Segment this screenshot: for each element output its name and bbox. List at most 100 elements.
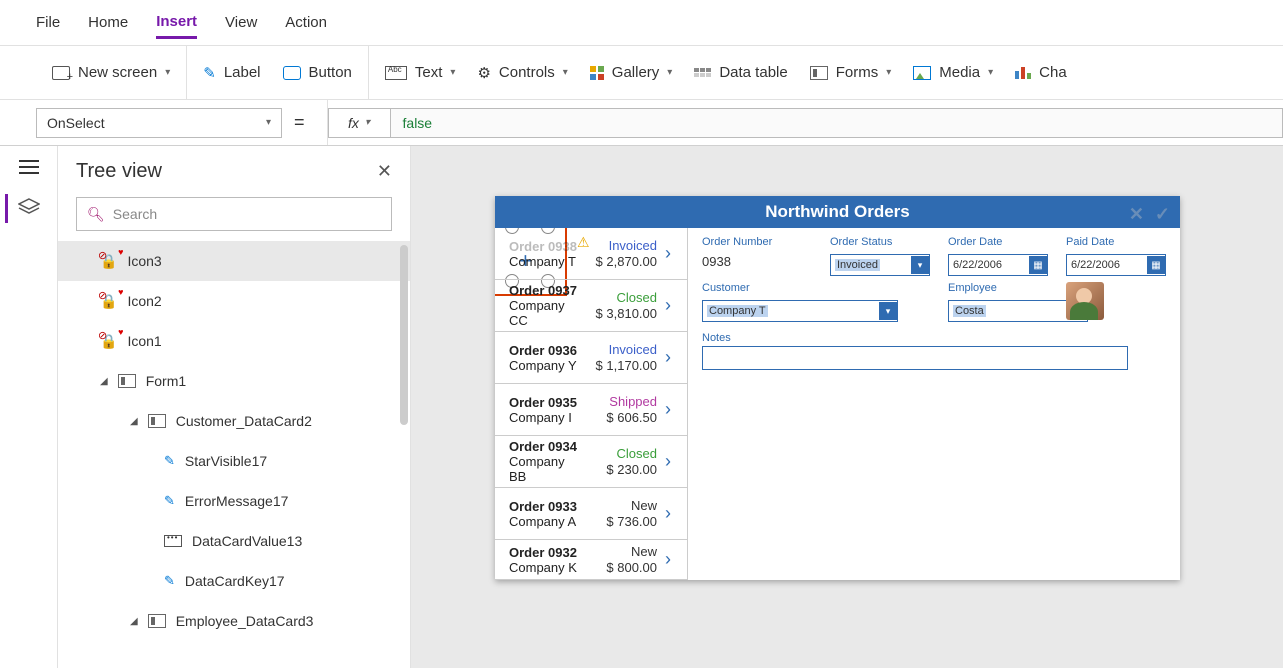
gallery-label: Gallery [612, 64, 660, 81]
combo-value: Costa [953, 305, 986, 317]
date-value: 6/22/2006 [1071, 259, 1120, 271]
formula-input[interactable]: false [390, 108, 1283, 138]
icon-control-icon: 🔒⊘♥ [100, 333, 117, 350]
fx-button[interactable]: fx ▾ [328, 108, 390, 138]
chevron-right-icon: › [657, 549, 679, 570]
media-button[interactable]: Media ▾ [913, 64, 993, 81]
calendar-icon: ▦ [1147, 256, 1165, 274]
text-button[interactable]: Abc Text ▾ [385, 64, 456, 81]
order-status: Invoiced [585, 342, 657, 357]
order-status: Invoiced [585, 238, 657, 253]
controls-button[interactable]: ⚙ Controls ▾ [477, 64, 567, 82]
media-label: Media [939, 64, 980, 81]
tree-node-form1[interactable]: ◢ Form1 [58, 361, 410, 401]
menu-view[interactable]: View [225, 8, 257, 37]
order-company: Company T [509, 254, 585, 269]
new-screen-button[interactable]: + New screen ▾ [52, 64, 170, 81]
tree-node-starvisible17[interactable]: ✎ StarVisible17 [58, 441, 410, 481]
order-row[interactable]: Order 0934Company BB Closed$ 230.00 › [495, 436, 687, 488]
data-table-button[interactable]: Data table [694, 64, 787, 81]
formula-bar: OnSelect ▾ = fx ▾ false [0, 100, 1283, 146]
date-value: 6/22/2006 [953, 259, 1002, 271]
order-company: Company Y [509, 358, 585, 373]
chevron-down-icon: ▾ [165, 67, 170, 78]
gallery-button[interactable]: Gallery ▾ [590, 64, 673, 81]
formula-expression: false [403, 115, 433, 131]
notes-input[interactable] [702, 346, 1128, 370]
app-preview: Northwind Orders ✕ ✓ + ⚠ Order 0938Compa… [495, 196, 1180, 580]
button-button[interactable]: Button [283, 64, 352, 81]
tree-node-employee-datacard3[interactable]: ◢ Employee_DataCard3 [58, 601, 410, 641]
order-company: Company I [509, 410, 585, 425]
order-title: Order 0937 [509, 283, 585, 298]
customer-combo[interactable]: Company T▾ [702, 300, 898, 322]
order-form: Order Number Order Status Order Date Pai… [688, 228, 1180, 580]
order-row[interactable]: ⚠ Order 0938Company T Invoiced$ 2,870.00… [495, 228, 687, 280]
tree-node-customer-datacard2[interactable]: ◢ Customer_DataCard2 [58, 401, 410, 441]
employee-label: Employee [948, 282, 1048, 294]
search-placeholder: Search [113, 206, 157, 222]
paid-date-label: Paid Date [1066, 236, 1166, 248]
order-company: Company A [509, 514, 585, 529]
order-row[interactable]: Order 0937Company CC Closed$ 3,810.00 › [495, 280, 687, 332]
calendar-icon: ▦ [1029, 256, 1047, 274]
chart-button[interactable]: Cha [1015, 64, 1067, 81]
menu-home[interactable]: Home [88, 8, 128, 37]
chevron-right-icon: › [657, 295, 679, 316]
tree-list: 🔒⊘♥ Icon3 🔒⊘♥ Icon2 🔒⊘♥ Icon1 ◢ Form1 ◢ … [58, 241, 410, 668]
new-screen-label: New screen [78, 64, 157, 81]
tree-node-label: Icon2 [127, 293, 161, 309]
app-title: Northwind Orders [765, 202, 910, 222]
menu-file[interactable]: File [36, 8, 60, 37]
tree-node-datacardkey17[interactable]: ✎ DataCardKey17 [58, 561, 410, 601]
media-icon [913, 66, 931, 80]
tree-node-icon2[interactable]: 🔒⊘♥ Icon2 [58, 281, 410, 321]
tree-node-icon3[interactable]: 🔒⊘♥ Icon3 [58, 241, 410, 281]
chevron-right-icon: › [657, 503, 679, 524]
menu-insert[interactable]: Insert [156, 7, 197, 39]
forms-button[interactable]: Forms ▾ [810, 64, 892, 81]
top-menu: File Home Insert View Action [0, 0, 1283, 46]
tree-view-icon[interactable] [5, 194, 40, 223]
order-row[interactable]: Order 0936Company Y Invoiced$ 1,170.00 › [495, 332, 687, 384]
forms-label: Forms [836, 64, 879, 81]
tree-node-errormessage17[interactable]: ✎ ErrorMessage17 [58, 481, 410, 521]
datacard-icon [148, 614, 166, 628]
order-row[interactable]: Order 0935Company I Shipped$ 606.50 › [495, 384, 687, 436]
gallery-icon [590, 66, 604, 80]
orders-gallery[interactable]: + ⚠ Order 0938Company T Invoiced$ 2,870.… [495, 228, 688, 580]
ribbon: + New screen ▾ ✎ Label Button Abc Text ▾… [0, 46, 1283, 100]
tree-node-label: Employee_DataCard3 [176, 613, 314, 629]
order-status: New [585, 544, 657, 559]
chevron-down-icon: ▾ [266, 117, 271, 128]
paid-date-picker[interactable]: 6/22/2006 ▦ [1066, 254, 1166, 276]
forms-icon [810, 66, 828, 80]
order-row[interactable]: Order 0933Company A New$ 736.00 › [495, 488, 687, 540]
tree-search-input[interactable]: 🔍︎ Search [76, 197, 392, 231]
cancel-icon[interactable]: ✕ [1129, 204, 1144, 225]
datacard-icon [148, 414, 166, 428]
tree-node-datacardvalue13[interactable]: DataCardValue13 [58, 521, 410, 561]
close-icon[interactable]: ✕ [377, 161, 392, 182]
order-row[interactable]: Order 0932Company K New$ 800.00 › [495, 540, 687, 580]
notes-label: Notes [702, 332, 1166, 344]
property-selector[interactable]: OnSelect ▾ [36, 108, 282, 138]
order-status-combo[interactable]: Invoiced▾ [830, 254, 930, 276]
data-table-label: Data table [719, 64, 787, 81]
submit-icon[interactable]: ✓ [1155, 204, 1170, 225]
chevron-right-icon: › [657, 243, 679, 264]
tree-node-icon1[interactable]: 🔒⊘♥ Icon1 [58, 321, 410, 361]
order-status: Shipped [585, 394, 657, 409]
menu-action[interactable]: Action [285, 8, 327, 37]
text-label: Text [415, 64, 443, 81]
canvas[interactable]: Northwind Orders ✕ ✓ + ⚠ Order 0938Compa… [411, 146, 1283, 668]
order-date-picker[interactable]: 6/22/2006 ▦ [948, 254, 1048, 276]
label-button[interactable]: ✎ Label [203, 64, 260, 82]
scrollbar[interactable] [400, 245, 408, 425]
hamburger-icon[interactable] [19, 160, 39, 174]
order-status: New [585, 498, 657, 513]
order-title: Order 0936 [509, 343, 585, 358]
combobox-icon [164, 535, 182, 547]
tree-view-title: Tree view [76, 160, 162, 183]
order-title: Order 0938 [509, 239, 585, 254]
